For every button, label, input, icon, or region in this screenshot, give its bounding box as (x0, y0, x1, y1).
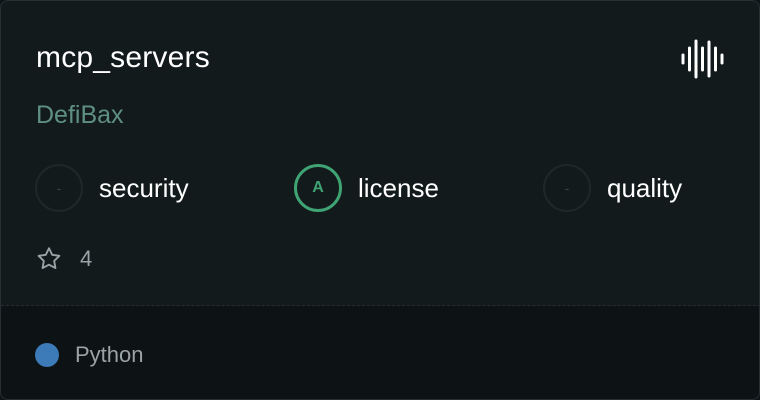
score-quality[interactable]: - quality (543, 163, 682, 213)
score-license[interactable]: A license (294, 163, 439, 213)
star-count: 4 (80, 246, 93, 271)
score-security[interactable]: - security (35, 163, 189, 213)
license-label: license (358, 172, 439, 203)
star-outline-icon (37, 247, 61, 269)
repo-owner[interactable]: DefiBax (36, 98, 124, 132)
audio-waveform-icon (681, 39, 724, 79)
repo-card[interactable]: mcp_servers DefiBax - security A license… (0, 0, 760, 400)
star-count-group[interactable]: 4 (35, 245, 92, 273)
security-label: security (99, 172, 189, 203)
score-row: - security A license - quality (1, 163, 759, 215)
language-color-dot (35, 343, 59, 367)
card-footer: Python (1, 306, 759, 399)
repo-name[interactable]: mcp_servers (36, 39, 210, 77)
language-name: Python (75, 342, 144, 367)
language-indicator: Python (35, 342, 144, 368)
quality-grade-badge: - (543, 164, 591, 212)
license-grade-badge: A (294, 164, 342, 212)
security-grade-badge: - (35, 164, 83, 212)
quality-label: quality (607, 172, 683, 203)
